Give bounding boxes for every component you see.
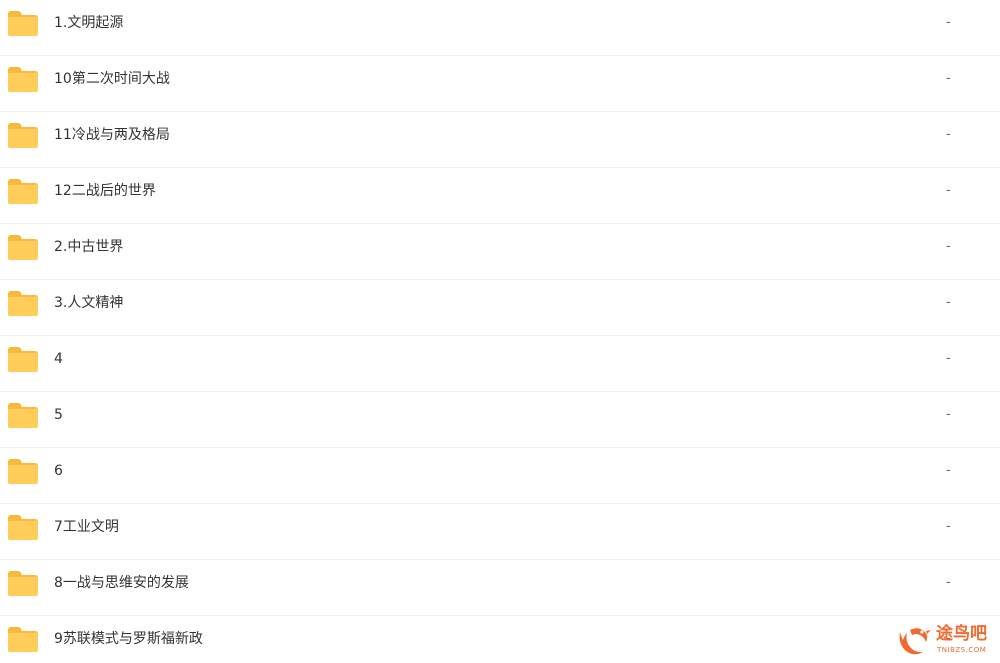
file-name[interactable]: 3.人文精神	[54, 280, 123, 326]
file-name[interactable]: 11冷战与两及格局	[54, 112, 170, 158]
folder-icon	[7, 626, 39, 653]
file-row[interactable]: 1.文明起源 -	[0, 0, 1000, 56]
folder-icon	[7, 402, 39, 429]
file-name[interactable]: 10第二次时间大战	[54, 56, 170, 102]
file-size: -	[946, 295, 951, 310]
file-row[interactable]: 4 -	[0, 336, 1000, 392]
folder-icon	[7, 570, 39, 597]
file-size: -	[946, 127, 951, 142]
file-size: -	[946, 351, 951, 366]
folder-icon	[7, 346, 39, 373]
file-size: -	[946, 239, 951, 254]
file-list: 1.文明起源 - 10第二次时间大战 - 11冷战与两及格局 - 12二战后的世…	[0, 0, 1000, 663]
file-size: -	[946, 15, 951, 30]
file-row[interactable]: 12二战后的世界 -	[0, 168, 1000, 224]
file-name[interactable]: 5	[54, 392, 63, 438]
folder-icon	[7, 10, 39, 37]
folder-icon	[7, 178, 39, 205]
file-row[interactable]: 2.中古世界 -	[0, 224, 1000, 280]
file-size: -	[946, 463, 951, 478]
folder-icon	[7, 458, 39, 485]
folder-icon	[7, 234, 39, 261]
file-row[interactable]: 3.人文精神 -	[0, 280, 1000, 336]
file-name[interactable]: 8一战与思维安的发展	[54, 560, 189, 606]
file-name[interactable]: 1.文明起源	[54, 0, 123, 46]
file-name[interactable]: 2.中古世界	[54, 224, 123, 270]
file-name[interactable]: 4	[54, 336, 63, 382]
file-row[interactable]: 11冷战与两及格局 -	[0, 112, 1000, 168]
folder-icon	[7, 290, 39, 317]
bird-logo-icon	[896, 624, 932, 658]
file-name[interactable]: 12二战后的世界	[54, 168, 156, 214]
file-size: -	[946, 183, 951, 198]
folder-icon	[7, 514, 39, 541]
file-row[interactable]: 9苏联模式与罗斯福新政 -	[0, 616, 1000, 663]
file-size: -	[946, 71, 951, 86]
file-name[interactable]: 9苏联模式与罗斯福新政	[54, 616, 203, 662]
file-size: -	[946, 407, 951, 422]
file-name[interactable]: 6	[54, 448, 63, 494]
file-size: -	[946, 575, 951, 590]
file-row[interactable]: 10第二次时间大战 -	[0, 56, 1000, 112]
file-name[interactable]: 7工业文明	[54, 504, 119, 550]
watermark: 途鸟吧 TNIBZS.COM	[896, 622, 996, 660]
file-size: -	[946, 519, 951, 534]
file-row[interactable]: 8一战与思维安的发展 -	[0, 560, 1000, 616]
folder-icon	[7, 66, 39, 93]
folder-icon	[7, 122, 39, 149]
file-row[interactable]: 6 -	[0, 448, 1000, 504]
file-row[interactable]: 5 -	[0, 392, 1000, 448]
watermark-subtitle: TNIBZS.COM	[937, 646, 987, 654]
watermark-title: 途鸟吧	[936, 624, 987, 644]
file-row[interactable]: 7工业文明 -	[0, 504, 1000, 560]
